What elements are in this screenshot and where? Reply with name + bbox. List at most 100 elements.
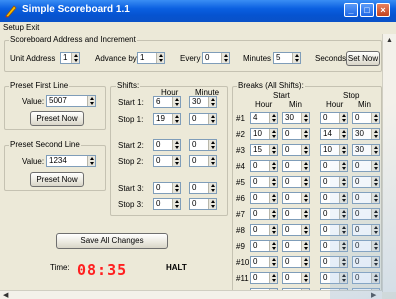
shift-start1-hour-spinner[interactable]: 6: [153, 96, 181, 108]
minutes-spinner[interactable]: 5: [273, 52, 301, 64]
shift-row-label: Start 1:: [118, 98, 144, 107]
menu-exit[interactable]: Exit: [26, 23, 39, 32]
save-all-changes-button[interactable]: Save All Changes: [56, 233, 168, 249]
break-2-stop-min-spinner[interactable]: 30: [352, 128, 380, 140]
scroll-up-icon[interactable]: ▲: [386, 36, 393, 45]
break-10-stop-hour-spinner[interactable]: 0: [320, 256, 348, 268]
shift-stop2-hour-spinner[interactable]: 0: [153, 155, 181, 167]
break-7-stop-hour-spinner[interactable]: 0: [320, 208, 348, 220]
shift-start2-minute-spinner[interactable]: 0: [189, 139, 217, 151]
shift-stop3-hour-spinner[interactable]: 0: [153, 198, 181, 210]
break-7-start-min-spinner[interactable]: 0: [282, 208, 310, 220]
break-5-start-min-spinner[interactable]: 0: [282, 176, 310, 188]
horizontal-scrollbar[interactable]: ◀ ▶: [0, 290, 382, 299]
break-7-stop-min-spinner[interactable]: 0: [352, 208, 380, 220]
shift-stop1-hour-spinner[interactable]: 19: [153, 113, 181, 125]
seconds-label: Seconds: [315, 54, 347, 63]
break-4-stop-min-spinner[interactable]: 0: [352, 160, 380, 172]
advance-by-label: Advance by:: [95, 54, 140, 63]
break-8-start-min-spinner[interactable]: 0: [282, 224, 310, 236]
break-row-label: #4: [236, 162, 245, 171]
scroll-left-icon[interactable]: ◀: [3, 291, 8, 299]
halt-status: HALT: [166, 263, 187, 272]
break-8-stop-hour-spinner[interactable]: 0: [320, 224, 348, 236]
break-5-start-hour-spinner[interactable]: 0: [250, 176, 278, 188]
break-3-stop-min-spinner[interactable]: 30: [352, 144, 380, 156]
shift-stop2-minute-spinner[interactable]: 0: [189, 155, 217, 167]
break-7-start-hour-spinner[interactable]: 0: [250, 208, 278, 220]
break-2-stop-hour-spinner[interactable]: 14: [320, 128, 348, 140]
breaks-start-hour-header: Hour: [255, 100, 273, 109]
menu-setup[interactable]: Setup: [3, 23, 24, 32]
break-6-start-min-spinner[interactable]: 0: [282, 192, 310, 204]
break-4-start-hour-spinner[interactable]: 0: [250, 160, 278, 172]
address-group-label: Scoreboard Address and Increment: [9, 35, 137, 44]
close-button[interactable]: ×: [376, 3, 390, 17]
break-3-start-min-spinner[interactable]: 0: [282, 144, 310, 156]
shift-stop1-minute-spinner[interactable]: 0: [189, 113, 217, 125]
break-1-start-hour-spinner[interactable]: 4: [250, 112, 278, 124]
break-5-stop-min-spinner[interactable]: 0: [352, 176, 380, 188]
scroll-right-icon[interactable]: ▶: [371, 291, 376, 299]
break-4-stop-hour-spinner[interactable]: 0: [320, 160, 348, 172]
break-1-stop-min-spinner[interactable]: 0: [352, 112, 380, 124]
shift-start2-hour-spinner[interactable]: 0: [153, 139, 181, 151]
advance-by-spinner[interactable]: 1: [137, 52, 165, 64]
every-label: Every: [180, 54, 201, 63]
break-11-start-min-spinner[interactable]: 0: [282, 272, 310, 284]
break-9-stop-hour-spinner[interactable]: 0: [320, 240, 348, 252]
preset-second-value-spinner[interactable]: 1234: [46, 155, 96, 167]
break-row-label: #3: [236, 146, 245, 155]
window-title: Simple Scoreboard 1.1: [22, 4, 130, 15]
break-3-start-hour-spinner[interactable]: 15: [250, 144, 278, 156]
unit-address-spinner[interactable]: 1: [60, 52, 80, 64]
shift-row-label: Start 3:: [118, 184, 144, 193]
break-8-stop-min-spinner[interactable]: 0: [352, 224, 380, 236]
vertical-scrollbar[interactable]: ▲: [382, 34, 396, 292]
break-4-start-min-spinner[interactable]: 0: [282, 160, 310, 172]
break-9-start-hour-spinner[interactable]: 0: [250, 240, 278, 252]
shift-start3-hour-spinner[interactable]: 0: [153, 182, 181, 194]
break-6-start-hour-spinner[interactable]: 0: [250, 192, 278, 204]
breaks-stop-min-header: Min: [358, 100, 371, 109]
app-icon: [5, 5, 17, 18]
break-3-stop-hour-spinner[interactable]: 10: [320, 144, 348, 156]
break-10-stop-min-spinner[interactable]: 0: [352, 256, 380, 268]
set-now-button[interactable]: Set Now: [346, 51, 380, 66]
break-11-stop-hour-spinner[interactable]: 0: [320, 272, 348, 284]
break-6-stop-min-spinner[interactable]: 0: [352, 192, 380, 204]
break-9-stop-min-spinner[interactable]: 0: [352, 240, 380, 252]
break-11-start-hour-spinner[interactable]: 0: [250, 272, 278, 284]
break-2-start-hour-spinner[interactable]: 10: [250, 128, 278, 140]
break-1-stop-hour-spinner[interactable]: 0: [320, 112, 348, 124]
break-10-start-min-spinner[interactable]: 0: [282, 256, 310, 268]
shift-start1-minute-spinner[interactable]: 30: [189, 96, 217, 108]
shift-row-label: Stop 3:: [118, 200, 144, 209]
shift-stop3-minute-spinner[interactable]: 0: [189, 198, 217, 210]
minimize-button[interactable]: _: [344, 3, 358, 17]
preset-second-value-label: Value:: [22, 157, 45, 166]
breaks-start-header: Start: [273, 91, 290, 100]
preset-first-button[interactable]: Preset Now: [30, 111, 84, 126]
maximize-button[interactable]: □: [360, 3, 374, 17]
shift-start3-minute-spinner[interactable]: 0: [189, 182, 217, 194]
break-row-label: #2: [236, 130, 245, 139]
title-bar[interactable]: Simple Scoreboard 1.1 _ □ ×: [0, 0, 396, 22]
break-8-start-hour-spinner[interactable]: 0: [250, 224, 278, 236]
time-label: Time:: [50, 263, 70, 272]
preset-second-button[interactable]: Preset Now: [30, 172, 84, 187]
break-6-stop-hour-spinner[interactable]: 0: [320, 192, 348, 204]
break-row-label: #5: [236, 178, 245, 187]
break-2-start-min-spinner[interactable]: 0: [282, 128, 310, 140]
break-9-start-min-spinner[interactable]: 0: [282, 240, 310, 252]
every-spinner[interactable]: 0: [202, 52, 230, 64]
shifts-label: Shifts:: [116, 81, 141, 90]
break-5-stop-hour-spinner[interactable]: 0: [320, 176, 348, 188]
preset-first-value-spinner[interactable]: 5007: [46, 95, 96, 107]
breaks-stop-header: Stop: [343, 91, 360, 100]
breaks-stop-hour-header: Hour: [326, 100, 344, 109]
break-1-start-min-spinner[interactable]: 30: [282, 112, 310, 124]
break-row-label: #7: [236, 210, 245, 219]
break-10-start-hour-spinner[interactable]: 0: [250, 256, 278, 268]
break-11-stop-min-spinner[interactable]: 0: [352, 272, 380, 284]
